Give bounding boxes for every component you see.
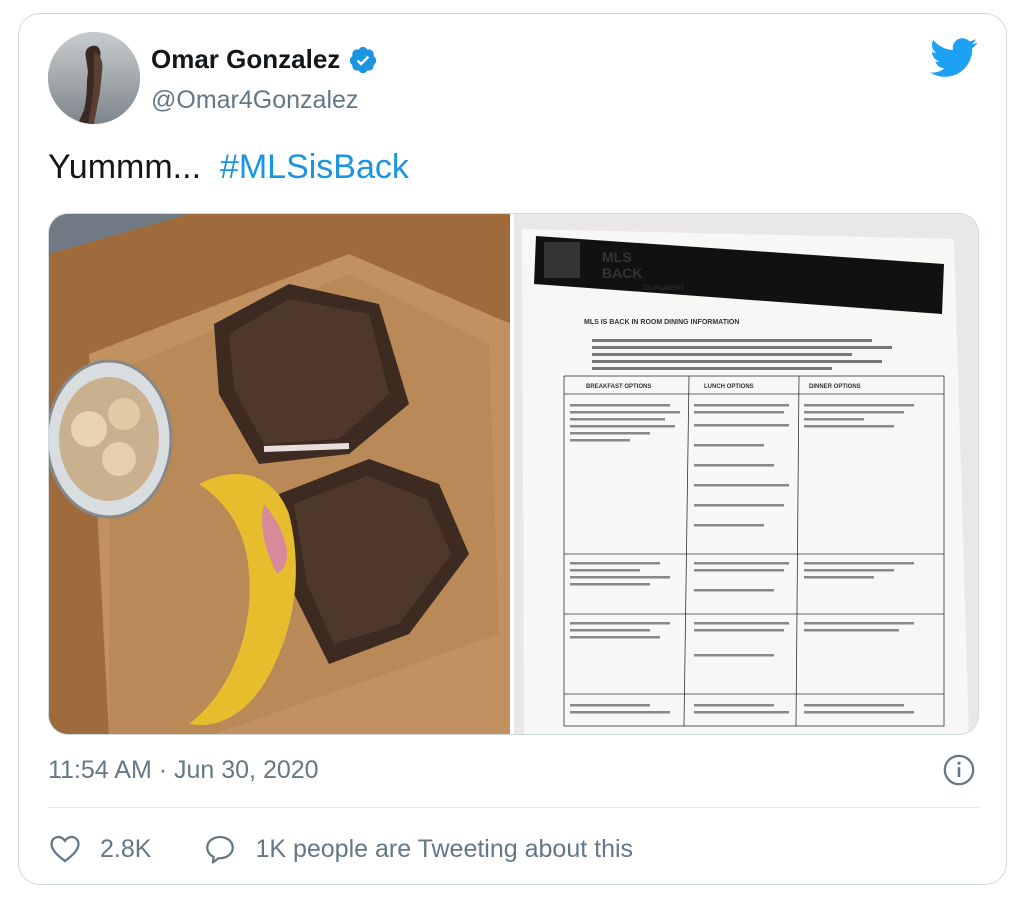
tweet-text: Yummm... #MLSisBack [48,148,409,187]
conversation-text: 1K people are Tweeting about this [255,834,634,863]
avatar[interactable] [48,32,140,124]
info-icon[interactable] [942,753,976,787]
menu-heading: MLS IS BACK IN ROOM DINING INFORMATION [584,319,739,326]
hashtag-link[interactable]: #MLSisBack [220,148,409,186]
heart-icon [50,835,80,863]
tweet-text-body: Yummm... [48,148,220,186]
tweet-date[interactable]: Jun 30, 2020 [174,756,319,784]
verified-badge-icon [350,46,377,73]
author-name-row[interactable]: Omar Gonzalez [151,44,378,75]
tweet-time[interactable]: 11:54 AM [48,756,152,784]
like-button[interactable]: 2.8K [48,832,151,866]
column-dinner: DINNER OPTIONS [809,384,861,390]
author-handle[interactable]: @Omar4Gonzalez [151,86,358,115]
avatar-photo-icon [48,32,140,124]
logo-text-tournament: TOURNAMENT [642,286,685,292]
logo-text-mls: MLS [602,249,632,265]
column-lunch: LUNCH OPTIONS [704,384,754,390]
tweet-timestamp[interactable]: 11:54 AM · Jun 30, 2020 [48,756,319,785]
conversation-link[interactable]: 1K people are Tweeting about this [203,832,633,866]
action-bar: 2.8K 1K people are Tweeting about this [48,832,685,866]
divider [48,807,979,808]
logo-text-back: BACK [602,265,642,281]
food-box-photo [49,214,510,734]
photo-food-box[interactable] [49,214,510,734]
photo-menu-sheet[interactable]: MLS BACK TOURNAMENT MLS IS BACK IN ROOM … [514,214,978,734]
timestamp-separator: · [151,756,174,784]
media-gallery: MLS BACK TOURNAMENT MLS IS BACK IN ROOM … [48,213,979,735]
like-count: 2.8K [100,834,152,863]
twitter-bird-icon[interactable] [930,38,978,78]
menu-sheet-photo: MLS BACK TOURNAMENT MLS IS BACK IN ROOM … [514,214,978,734]
column-breakfast: BREAKFAST OPTIONS [586,384,651,390]
speech-bubble-icon [206,835,235,864]
author-name[interactable]: Omar Gonzalez [151,44,340,75]
